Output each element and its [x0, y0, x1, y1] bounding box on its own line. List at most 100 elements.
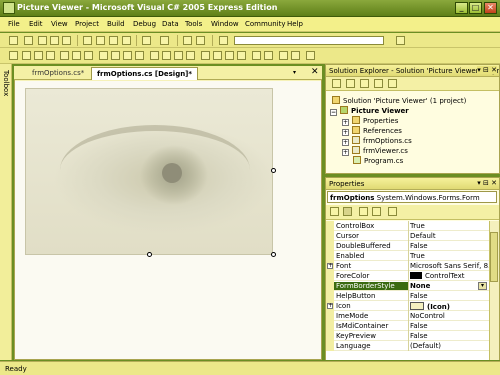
- property-pages-icon[interactable]: [388, 207, 397, 216]
- property-row[interactable]: Enabled True: [326, 251, 489, 261]
- paste-icon[interactable]: [109, 36, 118, 45]
- increase-v-spacing-icon[interactable]: [213, 51, 222, 60]
- align-tops-icon[interactable]: [60, 51, 69, 60]
- redo-icon[interactable]: [160, 36, 169, 45]
- property-row[interactable]: ControlBox True: [326, 221, 489, 231]
- property-value[interactable]: False: [410, 242, 428, 250]
- collapse-icon[interactable]: −: [330, 109, 337, 116]
- align-lefts-icon[interactable]: [22, 51, 31, 60]
- property-value[interactable]: False: [410, 292, 428, 300]
- resize-handle-bottom[interactable]: [147, 252, 152, 257]
- property-row[interactable]: + Icon (Icon): [326, 301, 489, 311]
- menu-window[interactable]: Window: [211, 20, 239, 28]
- save-icon[interactable]: [50, 36, 59, 45]
- remove-v-spacing-icon[interactable]: [237, 51, 246, 60]
- expand-icon[interactable]: +: [342, 149, 349, 156]
- find-combo[interactable]: [234, 36, 384, 45]
- property-row[interactable]: Cursor Default: [326, 231, 489, 241]
- property-row[interactable]: ForeColor ControlText: [326, 271, 489, 281]
- minimize-button[interactable]: _: [455, 2, 468, 14]
- decrease-h-spacing-icon[interactable]: [174, 51, 183, 60]
- property-value[interactable]: None: [410, 282, 430, 290]
- tree-solution[interactable]: Solution 'Picture Viewer' (1 project): [332, 96, 466, 105]
- toolbox-strip[interactable]: Toolbox: [0, 64, 12, 360]
- vertical-spacing-icon[interactable]: [201, 51, 210, 60]
- horizontal-spacing-icon[interactable]: [150, 51, 159, 60]
- property-row[interactable]: KeyPreview False: [326, 331, 489, 341]
- property-value[interactable]: False: [410, 322, 428, 330]
- properties-window-buttons[interactable]: ▾ ⊟ ✕: [477, 179, 497, 187]
- events-icon[interactable]: [372, 207, 381, 216]
- tab-order-icon[interactable]: [306, 51, 315, 60]
- refresh-icon[interactable]: [360, 79, 369, 88]
- object-selector[interactable]: frmOptions System.Windows.Forms.Form: [327, 191, 497, 203]
- menu-build[interactable]: Build: [107, 20, 125, 28]
- save-all-icon[interactable]: [62, 36, 71, 45]
- solution-explorer-window-buttons[interactable]: ▾ ⊟ ✕: [477, 66, 497, 74]
- dropdown-arrow-icon[interactable]: ▾: [478, 282, 487, 290]
- align-centers-icon[interactable]: [34, 51, 43, 60]
- expand-icon[interactable]: +: [342, 119, 349, 126]
- property-row[interactable]: +Font Microsoft Sans Serif, 8.25: [326, 261, 489, 271]
- tab-list-dropdown-icon[interactable]: ▾: [293, 69, 296, 76]
- property-value[interactable]: (Default): [410, 342, 441, 350]
- cut-icon[interactable]: [83, 36, 92, 45]
- maximize-button[interactable]: □: [469, 2, 482, 14]
- tab-frmoptions-code[interactable]: frmOptions.cs*: [27, 67, 89, 80]
- copy-icon[interactable]: [96, 36, 105, 45]
- increase-h-spacing-icon[interactable]: [162, 51, 171, 60]
- bring-to-front-icon[interactable]: [279, 51, 288, 60]
- tree-item-frmoptions[interactable]: + frmOptions.cs: [342, 136, 412, 146]
- tab-frmoptions-design[interactable]: frmOptions.cs [Design]*: [91, 67, 199, 80]
- menu-tools[interactable]: Tools: [185, 20, 202, 28]
- categorized-icon[interactable]: [330, 207, 339, 216]
- tree-item-frmviewer[interactable]: + frmViewer.cs: [342, 146, 408, 156]
- remove-h-spacing-icon[interactable]: [186, 51, 195, 60]
- properties-view-icon[interactable]: [359, 207, 368, 216]
- undo-icon[interactable]: [142, 36, 151, 45]
- align-rights-icon[interactable]: [46, 51, 55, 60]
- new-project-icon[interactable]: [9, 36, 18, 45]
- expand-icon[interactable]: +: [342, 139, 349, 146]
- resize-handle-corner[interactable]: [271, 252, 276, 257]
- size-to-grid-icon[interactable]: [135, 51, 144, 60]
- property-row[interactable]: ImeMode NoControl: [326, 311, 489, 321]
- align-middles-icon[interactable]: [72, 51, 81, 60]
- property-row[interactable]: HelpButton False: [326, 291, 489, 301]
- tree-project[interactable]: − Picture Viewer: [330, 106, 409, 116]
- center-horizontally-icon[interactable]: [252, 51, 261, 60]
- tree-item-references[interactable]: + References: [342, 126, 402, 136]
- add-item-icon[interactable]: [24, 36, 33, 45]
- property-value[interactable]: False: [410, 332, 428, 340]
- menu-help[interactable]: Help: [287, 20, 303, 28]
- menu-community[interactable]: Community: [245, 20, 286, 28]
- property-row[interactable]: DoubleBuffered False: [326, 241, 489, 251]
- view-designer-icon[interactable]: [388, 79, 397, 88]
- alphabetical-icon[interactable]: [343, 207, 352, 216]
- property-value[interactable]: NoControl: [410, 312, 445, 320]
- expand-icon[interactable]: +: [327, 303, 333, 309]
- delete-icon[interactable]: [122, 36, 131, 45]
- align-bottoms-icon[interactable]: [84, 51, 93, 60]
- property-value[interactable]: True: [410, 222, 425, 230]
- property-row[interactable]: Language (Default): [326, 341, 489, 351]
- tree-item-program[interactable]: Program.cs: [353, 156, 403, 165]
- expand-icon[interactable]: +: [327, 263, 333, 269]
- send-to-back-icon[interactable]: [291, 51, 300, 60]
- menu-view[interactable]: View: [51, 20, 68, 28]
- center-vertically-icon[interactable]: [264, 51, 273, 60]
- show-all-files-icon[interactable]: [346, 79, 355, 88]
- property-value[interactable]: (Icon): [410, 302, 450, 311]
- tree-item-properties[interactable]: + Properties: [342, 116, 398, 126]
- navigate-back-icon[interactable]: [183, 36, 192, 45]
- menu-edit[interactable]: Edit: [29, 20, 43, 28]
- menu-file[interactable]: File: [8, 20, 20, 28]
- toolbox-label[interactable]: Toolbox: [2, 70, 10, 96]
- make-same-height-icon[interactable]: [111, 51, 120, 60]
- find-in-files-icon[interactable]: [396, 36, 405, 45]
- expand-icon[interactable]: +: [342, 129, 349, 136]
- make-same-width-icon[interactable]: [99, 51, 108, 60]
- properties-scroll-thumb[interactable]: [490, 232, 498, 282]
- align-to-grid-icon[interactable]: [9, 51, 18, 60]
- property-value[interactable]: ControlText: [410, 272, 464, 280]
